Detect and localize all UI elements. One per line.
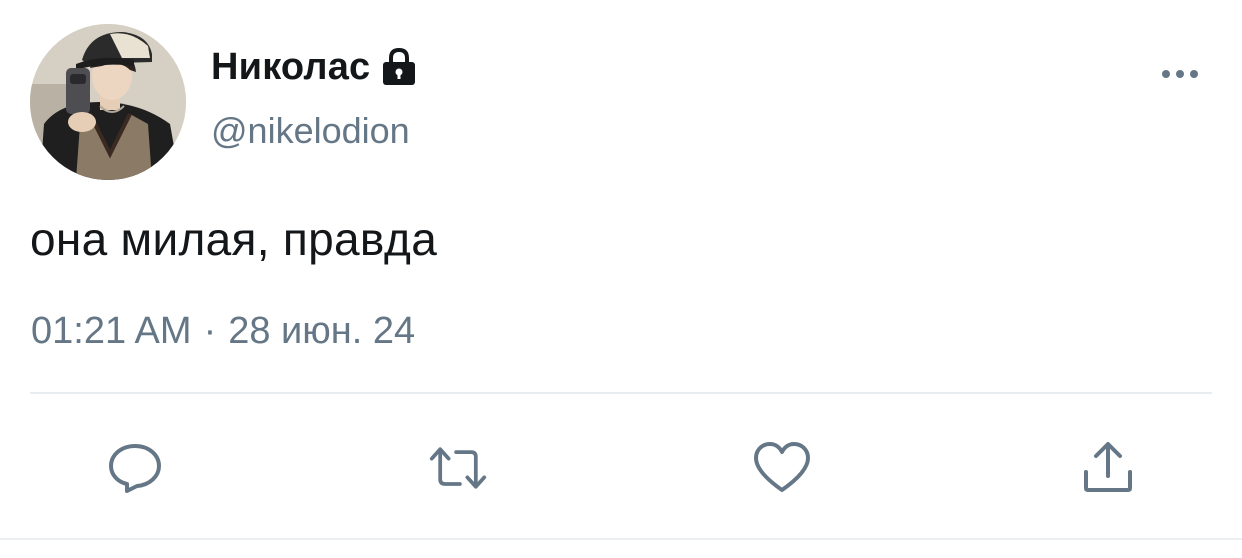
tweet-time: 01:21 AM <box>31 310 192 352</box>
tweet-text: она милая, правда <box>30 213 438 265</box>
retweet-icon <box>429 447 487 489</box>
profile-photo <box>30 24 186 180</box>
share-icon <box>1084 442 1132 492</box>
timestamp-separator: · <box>203 310 217 352</box>
more-icon <box>1162 70 1198 78</box>
like-button[interactable] <box>752 438 812 498</box>
reply-button[interactable] <box>105 438 165 498</box>
tweet-timestamp: 01:21 AM · 28 июн. 24 <box>31 310 415 353</box>
avatar[interactable] <box>30 24 186 180</box>
heart-icon <box>754 442 810 492</box>
lock-icon <box>380 47 418 87</box>
more-options-button[interactable] <box>1158 60 1202 88</box>
bottom-divider <box>0 538 1242 540</box>
reply-icon <box>109 444 161 493</box>
tweet-card: Николас @nikelodion она милая, правда 01… <box>0 0 1242 558</box>
display-name[interactable]: Николас <box>211 46 370 89</box>
tweet-date: 28 июн. 24 <box>228 310 416 352</box>
retweet-button[interactable] <box>428 438 488 498</box>
divider <box>30 392 1212 394</box>
user-handle[interactable]: @nikelodion <box>211 110 410 152</box>
share-button[interactable] <box>1078 438 1138 498</box>
display-name-row: Николас <box>211 44 418 90</box>
